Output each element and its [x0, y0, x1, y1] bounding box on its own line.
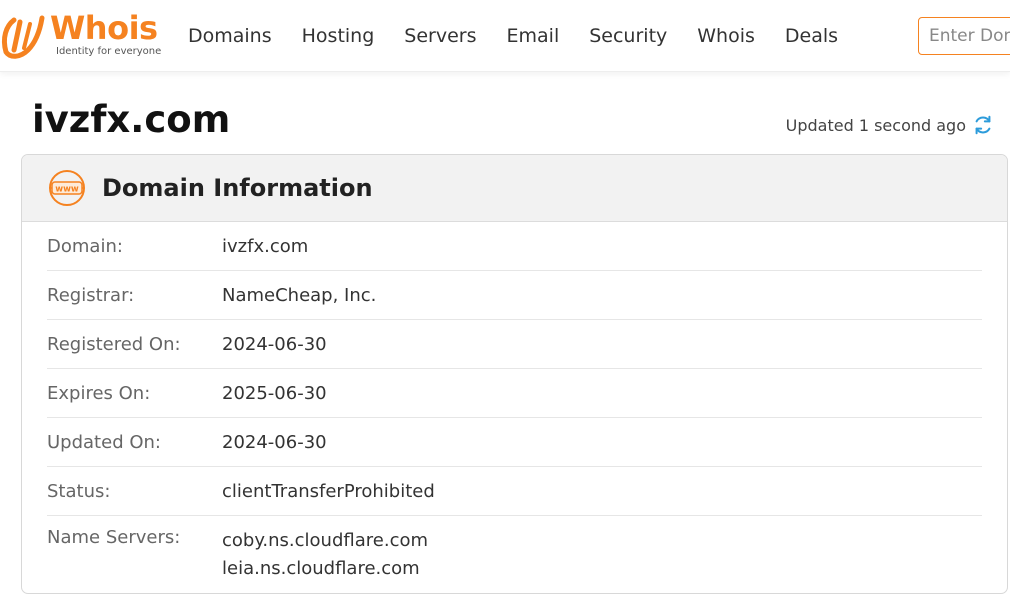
nav-email[interactable]: Email [507, 22, 560, 50]
updated-text: Updated 1 second ago [785, 115, 966, 135]
name-server-item: coby.ns.cloudflare.com [222, 530, 429, 551]
row-value: NameCheap, Inc. [222, 284, 377, 306]
logo-tagline: Identity for everyone [56, 46, 162, 57]
row-value: 2025-06-30 [222, 382, 327, 404]
nav-servers[interactable]: Servers [404, 22, 476, 50]
domain-info-table: Domain: ivzfx.com Registrar: NameCheap, … [22, 222, 1007, 583]
refresh-icon[interactable] [972, 114, 994, 136]
page-title: ivzfx.com [32, 98, 231, 141]
domain-info-title: Domain Information [102, 174, 373, 202]
info-row-updated-on: Updated On: 2024-06-30 [47, 418, 982, 467]
www-globe-icon: www [49, 170, 85, 206]
domain-info-header: www Domain Information [22, 155, 1007, 222]
row-label: Name Servers: [47, 527, 181, 548]
top-navbar: Whois Identity for everyone Domains Host… [0, 0, 1010, 72]
row-label: Expires On: [47, 382, 151, 404]
row-value: clientTransferProhibited [222, 480, 435, 502]
row-label: Updated On: [47, 431, 161, 453]
updated-status: Updated 1 second ago [786, 114, 994, 136]
whois-logo-icon [1, 15, 45, 59]
row-value: 2024-06-30 [222, 431, 327, 453]
nav-security[interactable]: Security [589, 22, 667, 50]
info-row-registered-on: Registered On: 2024-06-30 [47, 320, 982, 369]
info-row-domain: Domain: ivzfx.com [47, 222, 982, 271]
main-nav: Domains Hosting Servers Email Security W… [188, 22, 868, 50]
info-row-registrar: Registrar: NameCheap, Inc. [47, 271, 982, 320]
name-server-list: coby.ns.cloudflare.com leia.ns.cloudflar… [222, 527, 428, 583]
info-row-status: Status: clientTransferProhibited [47, 467, 982, 516]
row-value: 2024-06-30 [222, 333, 327, 355]
logo-wordmark: Whois [50, 9, 158, 47]
info-row-expires-on: Expires On: 2025-06-30 [47, 369, 982, 418]
name-server-item: leia.ns.cloudflare.com [222, 558, 420, 579]
row-label: Registered On: [47, 333, 181, 355]
row-value: ivzfx.com [222, 235, 309, 257]
row-label: Registrar: [47, 284, 135, 306]
nav-hosting[interactable]: Hosting [302, 22, 375, 50]
domain-search-input[interactable] [918, 17, 1010, 55]
domain-info-card: www Domain Information Domain: ivzfx.com… [21, 154, 1008, 594]
nav-deals[interactable]: Deals [785, 22, 838, 50]
whois-logo[interactable]: Whois Identity for everyone [0, 8, 162, 64]
nav-whois[interactable]: Whois [697, 22, 755, 50]
svg-text:www: www [55, 185, 79, 195]
nav-domains[interactable]: Domains [188, 22, 272, 50]
info-row-name-servers: Name Servers: coby.ns.cloudflare.com lei… [47, 516, 982, 583]
row-label: Status: [47, 480, 111, 502]
row-label: Domain: [47, 235, 123, 257]
